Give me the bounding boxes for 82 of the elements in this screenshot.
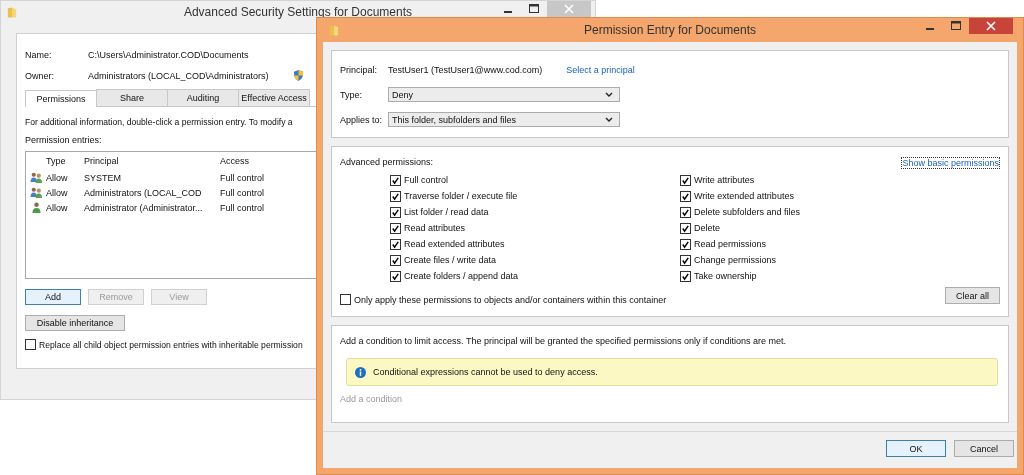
checkbox-label: Replace all child object permission entries with inheritable permission (39, 339, 303, 350)
table-cell-text: Administrators (LOCAL_COD (84, 187, 203, 198)
checkbox-label: Read attributes (404, 223, 466, 233)
checkbox-label: Read extended attributes (404, 239, 505, 249)
shield-icon (292, 69, 304, 82)
info-icon (355, 366, 366, 378)
users-icon (29, 172, 43, 183)
table-cell-text: Administrator (Administrator... (84, 202, 204, 213)
checkbox-label: Create files / write data (404, 255, 497, 265)
applies-to-dropdown[interactable]: This folder, subfolders and files (388, 112, 620, 127)
ok-button[interactable]: OK (886, 440, 946, 457)
checkbox[interactable] (390, 190, 401, 202)
checkbox-label: Delete subfolders and files (694, 207, 801, 217)
checkbox[interactable] (680, 174, 691, 186)
clear-all-button[interactable]: Clear all (945, 287, 1000, 304)
table-cell-text: SYSTEM (84, 172, 122, 183)
table-cell: Full control (220, 202, 264, 213)
tab[interactable]: Effective Access (238, 89, 310, 106)
tab[interactable]: Permissions (25, 90, 97, 107)
disable-inheritance-button[interactable]: Disable inheritance (25, 315, 125, 331)
type-dropdown[interactable]: Deny (388, 87, 620, 102)
checkbox-label: Full control (404, 175, 448, 185)
folder-icon (329, 23, 339, 37)
action-button[interactable]: Add (25, 289, 81, 305)
name-value: C:\Users\Administrator.COD\Documents (88, 49, 249, 60)
principal-label: Principal: (340, 64, 378, 75)
show-basic-permissions-link[interactable]: Show basic permissions (901, 157, 1000, 169)
checkbox-label: Take ownership (694, 271, 757, 281)
user-icon (31, 202, 41, 213)
users-icon (29, 187, 43, 198)
table-cell-text: Allow (46, 187, 69, 198)
table-cell: Full control (220, 172, 264, 183)
info-message: Conditional expressions cannot be used to deny access. (373, 367, 598, 377)
principal-value: TestUser1 (TestUser1@www.cod.com) (388, 64, 543, 75)
checkbox[interactable] (390, 174, 401, 186)
checkbox-label: Create folders / append data (404, 271, 519, 281)
checkbox-label: Only apply these permissions to objects and/or containers within this container (354, 294, 667, 305)
checkbox-label: Traverse folder / execute file (404, 191, 518, 201)
owner-label: Owner: (25, 70, 55, 81)
condition-text: Add a condition to limit access. The principal will be granted the specified permissions only if conditions are met. (340, 336, 788, 346)
checkbox[interactable] (25, 339, 36, 350)
name-label: Name: (25, 49, 53, 60)
select-principal-link[interactable]: Select a principal (566, 64, 635, 75)
type-label: Type: (340, 89, 363, 100)
applies-to-label: Applies to: (340, 114, 384, 125)
checkbox-label: Write extended attributes (694, 191, 794, 201)
checkbox[interactable] (680, 206, 691, 218)
checkbox[interactable] (680, 254, 691, 266)
cancel-button[interactable]: Cancel (954, 440, 1014, 457)
folder-icon (7, 5, 17, 19)
checkbox[interactable] (680, 238, 691, 250)
entries-label: Permission entries: (25, 135, 103, 145)
window-title: Advanced Security Settings for Documents (183, 5, 413, 19)
table-cell-text: Allow (46, 202, 69, 213)
column-header[interactable]: Principal (84, 156, 220, 166)
column-header[interactable]: Access (220, 156, 249, 166)
checkbox-label: List folder / read data (404, 207, 489, 217)
tab[interactable]: Share (96, 89, 168, 106)
info-text: For additional information, double-click a permission entry. To modify a (25, 117, 294, 127)
checkbox[interactable] (340, 294, 351, 305)
advanced-permissions-label: Advanced permissions: (340, 157, 434, 169)
window-title: Permission Entry for Documents (583, 23, 757, 37)
close-icon[interactable] (969, 18, 1013, 34)
table-cell: Full control (220, 187, 264, 198)
checkbox-label: Delete (694, 223, 720, 233)
checkbox[interactable] (390, 238, 401, 250)
checkbox[interactable] (390, 206, 401, 218)
checkbox[interactable] (680, 222, 691, 234)
chevron-down-icon (605, 117, 613, 122)
tab[interactable]: Auditing (167, 89, 239, 106)
checkbox[interactable] (680, 190, 691, 202)
checkbox[interactable] (390, 270, 401, 282)
owner-value: Administrators (LOCAL_COD\Administrators) (88, 70, 269, 81)
column-header[interactable]: Type (46, 156, 84, 166)
checkbox[interactable] (390, 222, 401, 234)
checkbox[interactable] (680, 270, 691, 282)
checkbox[interactable] (390, 254, 401, 266)
table-cell-text: Allow (46, 172, 69, 183)
checkbox-label: Write attributes (694, 175, 755, 185)
checkbox-label: Read permissions (694, 239, 767, 249)
checkbox-label: Change permissions (694, 255, 777, 265)
chevron-down-icon (605, 92, 613, 97)
